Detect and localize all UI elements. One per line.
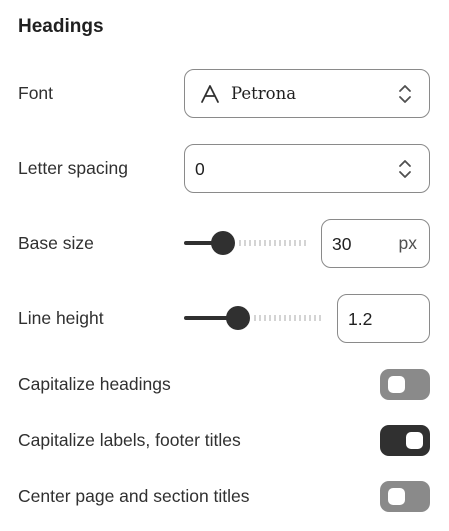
toggle-label-center-titles: Center page and section titles [18,486,250,506]
toggle-knob [406,432,423,449]
chevron-up-down-icon[interactable] [395,156,415,182]
toggle-label-capitalize-headings: Capitalize headings [18,374,171,394]
line-height-value: 1.2 [348,308,373,329]
base-size-input[interactable]: 30 px [321,219,430,268]
line-height-slider[interactable] [184,305,324,331]
slider-thumb[interactable] [225,306,250,330]
font-label: Font [18,83,54,103]
capitalize-labels-toggle[interactable] [380,425,430,456]
slider-thumb[interactable] [211,231,235,255]
chevron-up-down-icon [399,84,411,103]
line-height-label: Line height [18,308,104,328]
slider-track [253,315,324,321]
font-icon [201,84,219,103]
base-size-slider[interactable] [184,230,308,256]
font-value: Petrona [231,83,297,103]
base-size-value: 30 [332,233,352,254]
letter-spacing-stepper[interactable]: 0 [184,144,430,193]
toggle-knob [388,376,405,393]
base-size-label: Base size [18,233,94,253]
slider-track [239,240,308,246]
capitalize-headings-toggle[interactable] [380,369,430,400]
line-height-input[interactable]: 1.2 [337,294,430,343]
letter-spacing-label: Letter spacing [18,158,128,178]
toggle-knob [388,488,405,505]
base-size-unit: px [398,233,417,253]
toggle-label-capitalize-labels: Capitalize labels, footer titles [18,430,241,450]
center-titles-toggle[interactable] [380,481,430,512]
letter-spacing-value: 0 [195,158,205,179]
section-title: Headings [18,16,104,37]
font-select[interactable]: Petrona [184,69,430,118]
